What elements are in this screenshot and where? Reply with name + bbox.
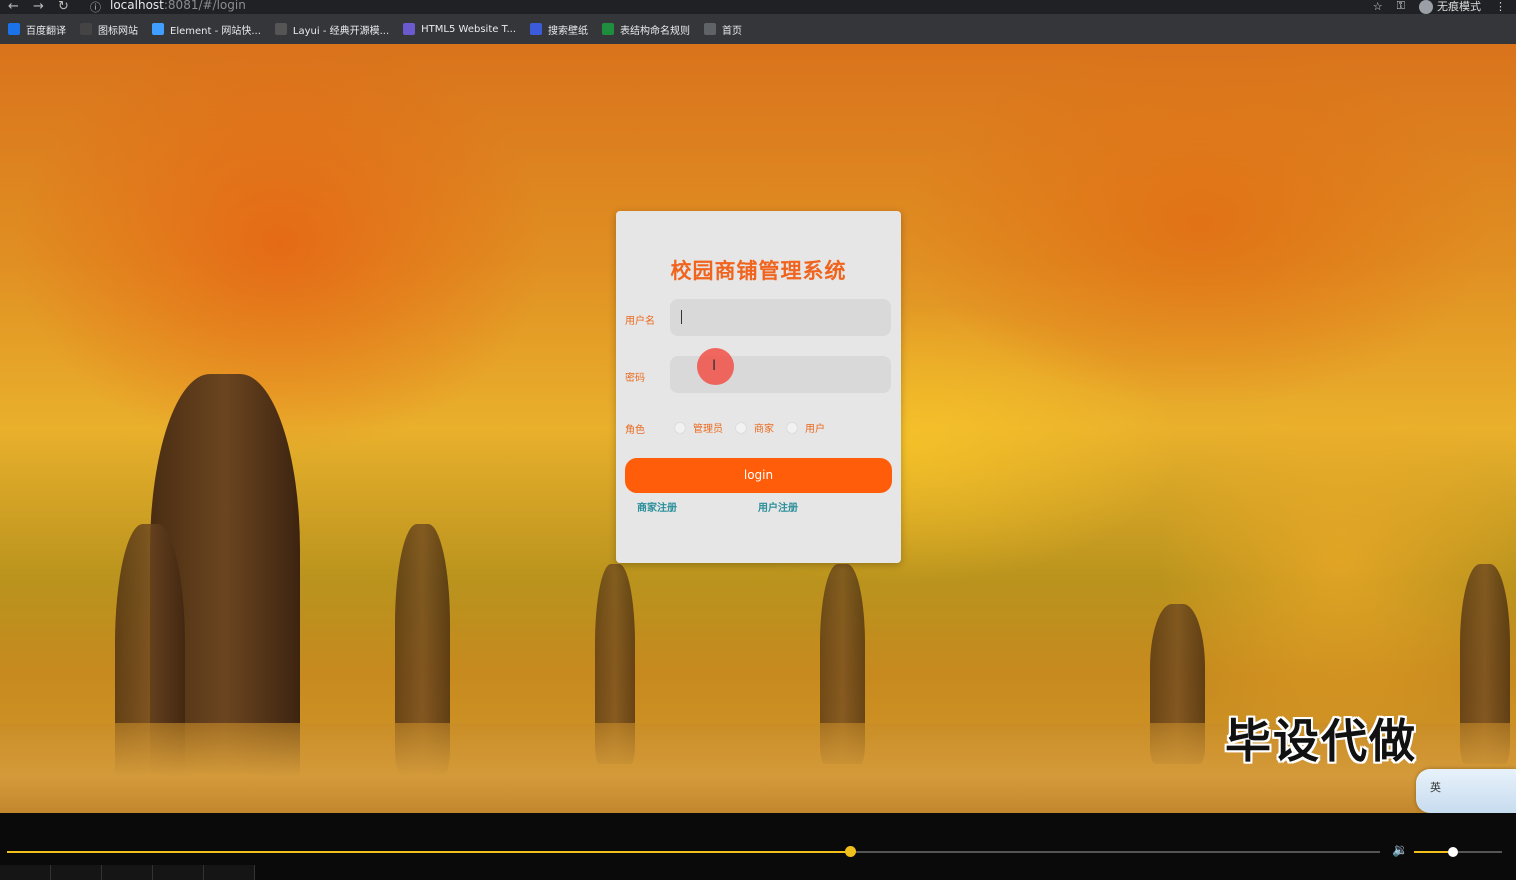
username-label: 用户名 (625, 316, 655, 327)
volume-handle[interactable] (1447, 847, 1458, 857)
layui-icon (274, 23, 287, 35)
bookmark-label: Element - 网站快... (170, 25, 261, 37)
role-label: 角色 (625, 425, 645, 436)
back-icon[interactable]: ← (8, 0, 19, 14)
user-register-link[interactable]: 用户注册 (758, 499, 798, 514)
role-radio-group: 管理员 商家 用户 (670, 420, 833, 435)
menu-icon[interactable]: ⋮ (1495, 0, 1506, 13)
bookmark-item[interactable]: Element - 网站快... (152, 22, 261, 37)
role-user-label: 用户 (805, 424, 825, 435)
bookmark-item[interactable]: Layui - 经典开源模... (274, 22, 390, 37)
ime-widget[interactable]: 英 (1416, 769, 1516, 813)
info-icon[interactable]: ⓘ (90, 0, 101, 15)
bottom-tab[interactable] (51, 865, 102, 880)
progress-fill (7, 851, 851, 853)
bookmark-item[interactable]: 百度翻译 (8, 22, 66, 37)
text-cursor-icon: I (712, 358, 717, 374)
url-path: :8081/#/login (163, 0, 246, 12)
forward-icon[interactable]: → (33, 0, 44, 14)
username-input[interactable] (670, 299, 891, 336)
bottom-tab[interactable] (204, 865, 255, 880)
progress-track[interactable] (7, 846, 1380, 857)
role-merchant-label: 商家 (754, 424, 774, 435)
bookmark-label: 百度翻译 (26, 25, 66, 37)
profile-label: 无痕模式 (1437, 0, 1481, 13)
bookmark-label: 图标网站 (98, 25, 138, 37)
radio-admin[interactable] (674, 421, 686, 434)
translate-icon (8, 23, 20, 35)
bookmark-label: Layui - 经典开源模... (292, 25, 390, 37)
address-bar: ← → ↻ ⓘ localhost:8081/#/login ☆ ⚿ 无痕模式 … (0, 0, 1516, 14)
bookmark-label: HTML5 Website T... (421, 23, 517, 35)
radio-merchant[interactable] (735, 421, 747, 434)
wallpaper-icon (530, 23, 543, 35)
reload-icon[interactable]: ↻ (58, 0, 69, 14)
volume-fill (1414, 851, 1453, 853)
bookmark-item[interactable]: 表结构命名规则 (602, 22, 690, 37)
text-caret (681, 310, 682, 324)
merchant-register-link[interactable]: 商家注册 (637, 499, 677, 514)
login-card: 校园商铺管理系统 用户名 密码 角色 管理员 商家 用户 login 商家注册 … (616, 211, 901, 563)
html5-icon (403, 23, 416, 35)
bookmarks-bar: 百度翻译 图标网站 Element - 网站快... Layui - 经典开源模...… (0, 14, 1516, 44)
flag-icon (80, 23, 92, 35)
role-admin-label: 管理员 (693, 424, 723, 435)
url-host: localhost (110, 0, 164, 12)
bookmark-item[interactable]: HTML5 Website T... (403, 23, 516, 35)
ime-mode-label: 英 (1430, 781, 1441, 794)
url-field[interactable]: localhost:8081/#/login (110, 0, 246, 12)
volume-icon[interactable]: 🔉 (1392, 843, 1408, 858)
bottom-tab[interactable] (153, 865, 204, 880)
star-icon[interactable]: ☆ (1373, 0, 1383, 13)
bookmark-item[interactable]: 图标网站 (80, 22, 138, 37)
sheet-icon (602, 23, 615, 35)
key-icon[interactable]: ⚿ (1397, 0, 1405, 13)
bookmark-item[interactable]: 搜索壁纸 (530, 22, 588, 37)
bookmark-label: 首页 (722, 25, 743, 37)
system-title: 校园商铺管理系统 (670, 259, 847, 283)
element-icon (152, 23, 164, 35)
volume-track[interactable] (1414, 847, 1502, 857)
radio-user[interactable] (786, 421, 798, 434)
bookmark-label: 表结构命名规则 (620, 25, 691, 37)
video-player-bar: 🔉 (0, 813, 1516, 880)
role-option-merchant[interactable]: 商家 (731, 420, 774, 435)
role-option-admin[interactable]: 管理员 (670, 420, 723, 435)
role-option-user[interactable]: 用户 (782, 420, 825, 435)
bookmark-label: 搜索壁纸 (548, 25, 589, 37)
watermark-text: 毕设代做 (1225, 714, 1417, 768)
bottom-tabs (0, 865, 255, 880)
password-label: 密码 (625, 373, 645, 384)
profile-button[interactable]: 无痕模式 (1419, 0, 1481, 14)
bookmark-item[interactable]: 首页 (704, 22, 742, 37)
progress-handle[interactable] (845, 846, 857, 857)
bottom-tab[interactable] (102, 865, 153, 880)
globe-icon (704, 23, 717, 35)
bottom-tab[interactable] (0, 865, 51, 880)
incognito-icon (1419, 0, 1433, 14)
login-button[interactable]: login (625, 458, 892, 493)
browser-actions: ☆ ⚿ 无痕模式 ⋮ (1373, 0, 1506, 14)
